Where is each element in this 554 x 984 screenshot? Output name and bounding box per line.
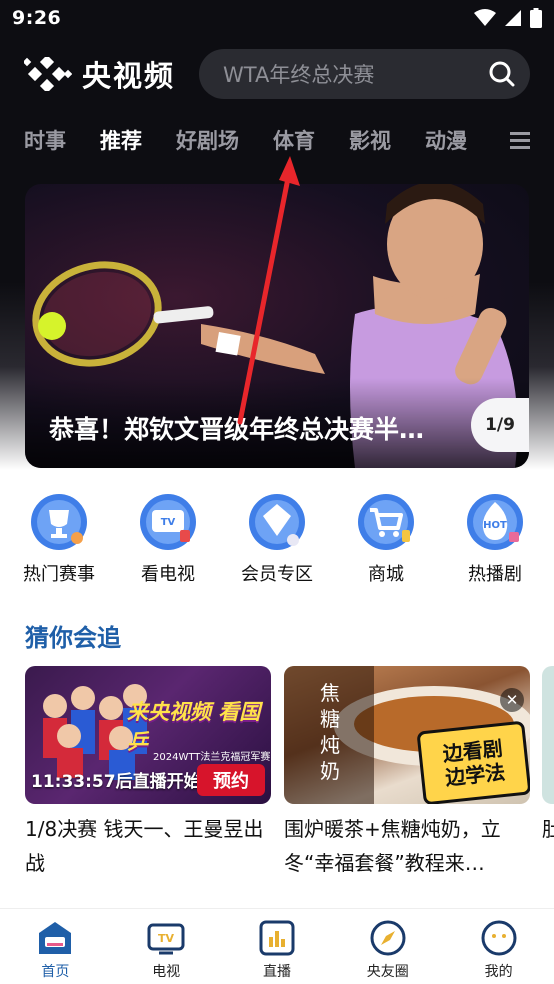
section-title: 猜你会追	[25, 624, 121, 652]
shortcut-label: 会员专区	[241, 564, 313, 585]
vip-diamond-icon	[249, 494, 305, 550]
card-title: 1/8决赛 钱天一、王曼昱出战	[25, 817, 264, 875]
status-icons	[474, 8, 542, 28]
shortcut-hot-events[interactable]: 热门赛事	[14, 490, 104, 590]
shortcut-watch-tv[interactable]: TV 看电视	[123, 490, 213, 590]
shortcut-hit-dramas[interactable]: HOT 热播剧	[450, 490, 540, 590]
vertical-caption: 焦糖炖奶	[320, 681, 340, 783]
nav-profile[interactable]: 我的	[454, 919, 544, 984]
promo-title: 来央视频 看国乒	[127, 700, 261, 754]
tab-movies[interactable]: 影视	[349, 125, 391, 155]
card-title: 围炉暖茶+焦糖炖奶，立冬“幸福套餐”教程来…	[284, 817, 501, 875]
menu-icon[interactable]	[510, 130, 530, 150]
reserve-button[interactable]: 预约	[197, 764, 265, 796]
bottom-nav: 首页 TV 电视 直播 央友圈 我的	[0, 908, 554, 984]
sticker-line2: 边学法	[444, 759, 507, 791]
trophy-icon	[31, 494, 87, 550]
card-thumbnail: 焦糖炖奶 边看剧 边学法 ✕	[284, 666, 530, 804]
close-icon[interactable]: ✕	[500, 688, 524, 712]
nav-friends[interactable]: 央友圈	[343, 919, 433, 984]
status-time: 9:26	[12, 7, 62, 29]
tab-anime[interactable]: 动漫	[425, 125, 467, 155]
shortcut-label: 看电视	[141, 564, 195, 585]
tab-recommend[interactable]: 推荐	[100, 125, 142, 155]
card-peek-thumbnail[interactable]	[542, 666, 554, 804]
cell-signal-icon	[505, 10, 521, 26]
channel-tabs: 时事 推荐 好剧场 体育 影视 动漫	[0, 118, 554, 162]
svg-text:TV: TV	[161, 517, 176, 528]
search-placeholder: WTA年终总决赛	[223, 63, 375, 87]
recommend-card-row: 来央视频 看国乒 2024WTT法兰克福冠军赛 11:33:57后直播开始 预约…	[25, 666, 554, 886]
shortcut-vip-zone[interactable]: 会员专区	[232, 490, 322, 590]
cart-icon	[358, 494, 414, 550]
tv-icon: TV	[140, 494, 196, 550]
banner-page-counter: 1/9	[471, 398, 529, 452]
card-thumbnail: 来央视频 看国乒 2024WTT法兰克福冠军赛 11:33:57后直播开始 预约	[25, 666, 271, 804]
app-header: 央视频 WTA年终总决赛	[0, 48, 554, 100]
app-name: 央视频	[82, 59, 176, 93]
compass-icon	[370, 920, 406, 956]
promo-subtitle: 2024WTT法兰克福冠军赛	[153, 752, 271, 763]
battery-icon	[530, 8, 542, 28]
nav-label: 直播	[262, 964, 291, 980]
shortcut-mall[interactable]: 商城	[341, 490, 431, 590]
tab-sports[interactable]: 体育	[273, 125, 315, 155]
live-chart-icon	[259, 920, 295, 956]
shortcut-row: 热门赛事 TV 看电视 会员专区 商城 HOT 热播剧	[0, 490, 554, 590]
law-sticker: 边看剧 边学法	[416, 720, 530, 804]
hot-icon: HOT	[467, 494, 523, 550]
svg-text:HOT: HOT	[483, 520, 507, 531]
home-icon	[39, 922, 72, 954]
search-bar[interactable]: WTA年终总决赛	[199, 49, 530, 99]
svg-text:TV: TV	[158, 932, 175, 945]
nav-label: 首页	[41, 964, 70, 980]
app-logo[interactable]: 央视频	[24, 53, 175, 95]
profile-icon	[481, 920, 517, 956]
nav-label: 央友圈	[366, 964, 409, 980]
tab-news[interactable]: 时事	[24, 125, 66, 155]
live-countdown: 11:33:57后直播开始	[31, 772, 201, 792]
tab-drama[interactable]: 好剧场	[176, 125, 239, 155]
card-table-tennis[interactable]: 来央视频 看国乒 2024WTT法兰克福冠军赛 11:33:57后直播开始 预约…	[25, 666, 271, 880]
nav-live[interactable]: 直播	[232, 919, 322, 984]
hero-banner[interactable]: 恭喜！郑钦文晋级年终总决赛半… 1/9	[25, 184, 529, 468]
nav-label: 我的	[484, 964, 513, 980]
tv-icon: TV	[147, 923, 185, 955]
card-caramel-milk[interactable]: 焦糖炖奶 边看剧 边学法 ✕ 围炉暖茶+焦糖炖奶，立冬“幸福套餐”教程来…	[284, 666, 530, 880]
banner-title: 恭喜！郑钦文晋级年终总决赛半…	[49, 415, 425, 444]
wifi-icon	[474, 9, 496, 26]
nav-label: 电视	[152, 964, 181, 980]
search-icon[interactable]	[488, 60, 516, 88]
card-peek-title: 肚个	[542, 817, 554, 841]
nav-tv[interactable]: TV 电视	[121, 919, 211, 984]
shortcut-label: 商城	[368, 564, 404, 585]
nav-home[interactable]: 首页	[10, 919, 100, 984]
logo-icon	[24, 57, 72, 91]
status-bar: 9:26	[0, 0, 554, 36]
shortcut-label: 热播剧	[468, 564, 522, 585]
shortcut-label: 热门赛事	[23, 564, 95, 585]
